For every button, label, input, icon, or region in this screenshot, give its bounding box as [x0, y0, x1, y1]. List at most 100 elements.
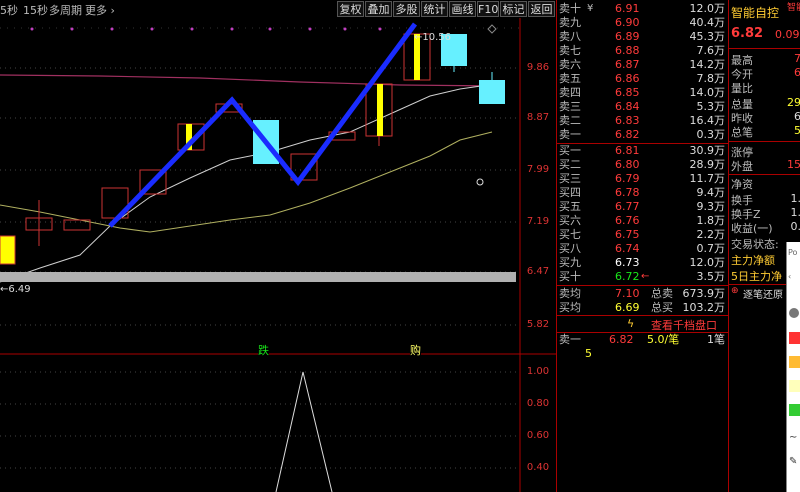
lightning-icon: ϟ [627, 317, 635, 330]
five-day-label: 5日主力净 [731, 270, 782, 283]
diamond-marker [487, 24, 497, 34]
stat-turnover-z: 换手Z 1. [731, 206, 800, 221]
stat-turnover: 换手 1. [731, 192, 800, 207]
period-5s-tab[interactable]: 5秒 [0, 2, 18, 18]
stat-net-assets: 净资 [731, 178, 753, 191]
bid-row[interactable]: 买六 6.76 1.8万 [557, 214, 729, 228]
ask-row[interactable]: 卖一 6.82 0.3万 [557, 128, 729, 142]
price-axis-label: 9.86 [526, 62, 550, 73]
indicator-axis-label: 0.80 [526, 398, 550, 409]
main-net-label: 主力净额 [731, 254, 775, 267]
restore-rights-button[interactable]: 复权 [337, 1, 364, 17]
stat-vol-ratio: 量比 [731, 82, 753, 95]
price-axis-label: 7.99 [526, 164, 550, 175]
pen-tool-icon[interactable]: ✎ [789, 456, 797, 467]
arrow-down-icon: ← [641, 271, 650, 282]
stat-high: 最高 7 [731, 52, 800, 67]
price-axis-label: 8.87 [526, 112, 550, 123]
avg-buy-row: 买均 6.69 总买 103.2万 [559, 301, 725, 314]
high-marker-label: ←10.56 [414, 32, 452, 43]
color-yellow-swatch[interactable] [789, 356, 800, 368]
mark-button[interactable]: 标记 [500, 1, 527, 17]
ask-row[interactable]: 卖二 6.83 16.4万 [557, 114, 729, 128]
stat-open: 今开 6 [731, 66, 800, 81]
price-axis-label: 6.47 [526, 266, 550, 277]
order-book-panel: 卖十 ¥6.91 12.0万 卖九 6.90 40.4万 卖八 6.89 45.3万 卖七 6… [556, 0, 729, 492]
ask-row[interactable]: 卖十 ¥6.91 12.0万 [557, 2, 729, 16]
draw-line-button[interactable]: 画线 [449, 1, 476, 17]
bid-row[interactable]: 买七 6.75 2.2万 [557, 228, 729, 242]
chevron-right-icon: › [110, 4, 115, 17]
period-15s-tab[interactable]: 15秒 [23, 2, 48, 18]
stat-total-volume: 总量 29 [731, 96, 800, 111]
ma-olive-line [0, 131, 493, 233]
bid-row[interactable]: 买八 6.74 0.7万 [557, 242, 729, 256]
more-tab[interactable]: 更多 › [85, 2, 115, 18]
dot-tool-icon[interactable] [789, 308, 799, 318]
kline-chart[interactable] [0, 18, 556, 492]
wave-tool-icon[interactable]: ∼ [789, 432, 797, 443]
indicator-axis-label: 0.60 [526, 430, 550, 441]
price-axis-label: 7.19 [526, 216, 550, 227]
circle-marker [476, 178, 484, 186]
panel-divider [729, 141, 800, 142]
indicator-spike-line [275, 371, 333, 492]
view-thousand-button[interactable]: ϟ 查看千档盘口 [557, 317, 729, 332]
multi-stock-button[interactable]: 多股 [393, 1, 420, 17]
toolbox-scroll-icon: ‹ [788, 272, 792, 281]
currency-icon: ¥ [587, 3, 594, 14]
signal-buy-label: 购 [410, 342, 421, 358]
ask-row[interactable]: 卖八 6.89 45.3万 [557, 30, 729, 44]
back-button[interactable]: 返回 [528, 1, 555, 17]
bid-row[interactable]: 买十 6.72 ← 3.5万 [557, 270, 729, 284]
bid-row[interactable]: 买三 6.79 11.7万 [557, 172, 729, 186]
indicator-axis-label: 1.00 [526, 366, 550, 377]
chart-toolbar: 5秒 15秒 多周期 更多 › 复权 叠加 多股 统计 画线 F10 标记 返回 [0, 0, 556, 18]
bid-row[interactable]: 买二 6.80 28.9万 [557, 158, 729, 172]
color-green-swatch[interactable] [789, 404, 800, 416]
stat-outer: 外盘 15 [731, 158, 800, 173]
avg-sell-row: 卖均 7.10 总卖 673.9万 [559, 287, 725, 300]
bid-row[interactable]: 买五 6.77 9.3万 [557, 200, 729, 214]
floating-toolbox[interactable]: Po ‹ ∼ ✎ [786, 242, 800, 492]
price-axis-label: 5.82 [526, 319, 550, 330]
po-label: Po [788, 248, 798, 257]
low-marker-label: ←6.49 [0, 284, 31, 295]
stat-prev-close: 昨收 6 [731, 110, 800, 125]
plus-icon: ⊕ [731, 286, 739, 296]
bid-row[interactable]: 买一 6.81 30.9万 [557, 144, 729, 158]
ask-row[interactable]: 卖九 6.90 40.4万 [557, 16, 729, 30]
bid-row[interactable]: 买九 6.73 12.0万 [557, 256, 729, 270]
ask-row[interactable]: 卖七 6.88 7.6万 [557, 44, 729, 58]
top-dot-markers [30, 27, 382, 31]
last-price: 6.82 [731, 26, 764, 41]
trade-status-label: 交易状态: [731, 238, 779, 251]
indicator-axis-label: 0.40 [526, 462, 550, 473]
ask-row[interactable]: 卖四 6.85 14.0万 [557, 86, 729, 100]
price-band [0, 272, 516, 282]
panel-divider [729, 174, 800, 175]
statistics-button[interactable]: 统计 [421, 1, 448, 17]
tick-row: 卖一 6.82 5.0/笔 1笔 [559, 333, 725, 346]
price-change: 0.09 [775, 28, 800, 41]
stat-earnings: 收益(一) 0. [731, 220, 800, 235]
book-divider [557, 315, 729, 316]
stat-total-trades: 总笔 5 [731, 124, 800, 139]
ask-row[interactable]: 卖三 6.84 5.3万 [557, 100, 729, 114]
ma-white-line [0, 83, 496, 283]
bid-row[interactable]: 买四 6.78 9.4万 [557, 186, 729, 200]
stock-name: 智能自控 [731, 6, 780, 20]
signal-down-label: 跌 [258, 342, 269, 358]
tick-sub-value: 5 [585, 347, 592, 360]
ask-row[interactable]: 卖五 6.86 7.8万 [557, 72, 729, 86]
panel-divider [729, 48, 800, 49]
color-red-swatch[interactable] [789, 332, 800, 344]
stock-name-small: 智能 [787, 3, 800, 13]
multi-period-tab[interactable]: 多周期 [49, 2, 82, 18]
stat-limit-up: 涨停 [731, 146, 753, 159]
color-pale-swatch[interactable] [789, 380, 800, 392]
ask-row[interactable]: 卖六 6.87 14.2万 [557, 58, 729, 72]
overlay-button[interactable]: 叠加 [365, 1, 392, 17]
book-divider [557, 285, 729, 286]
f10-button[interactable]: F10 [477, 1, 499, 17]
